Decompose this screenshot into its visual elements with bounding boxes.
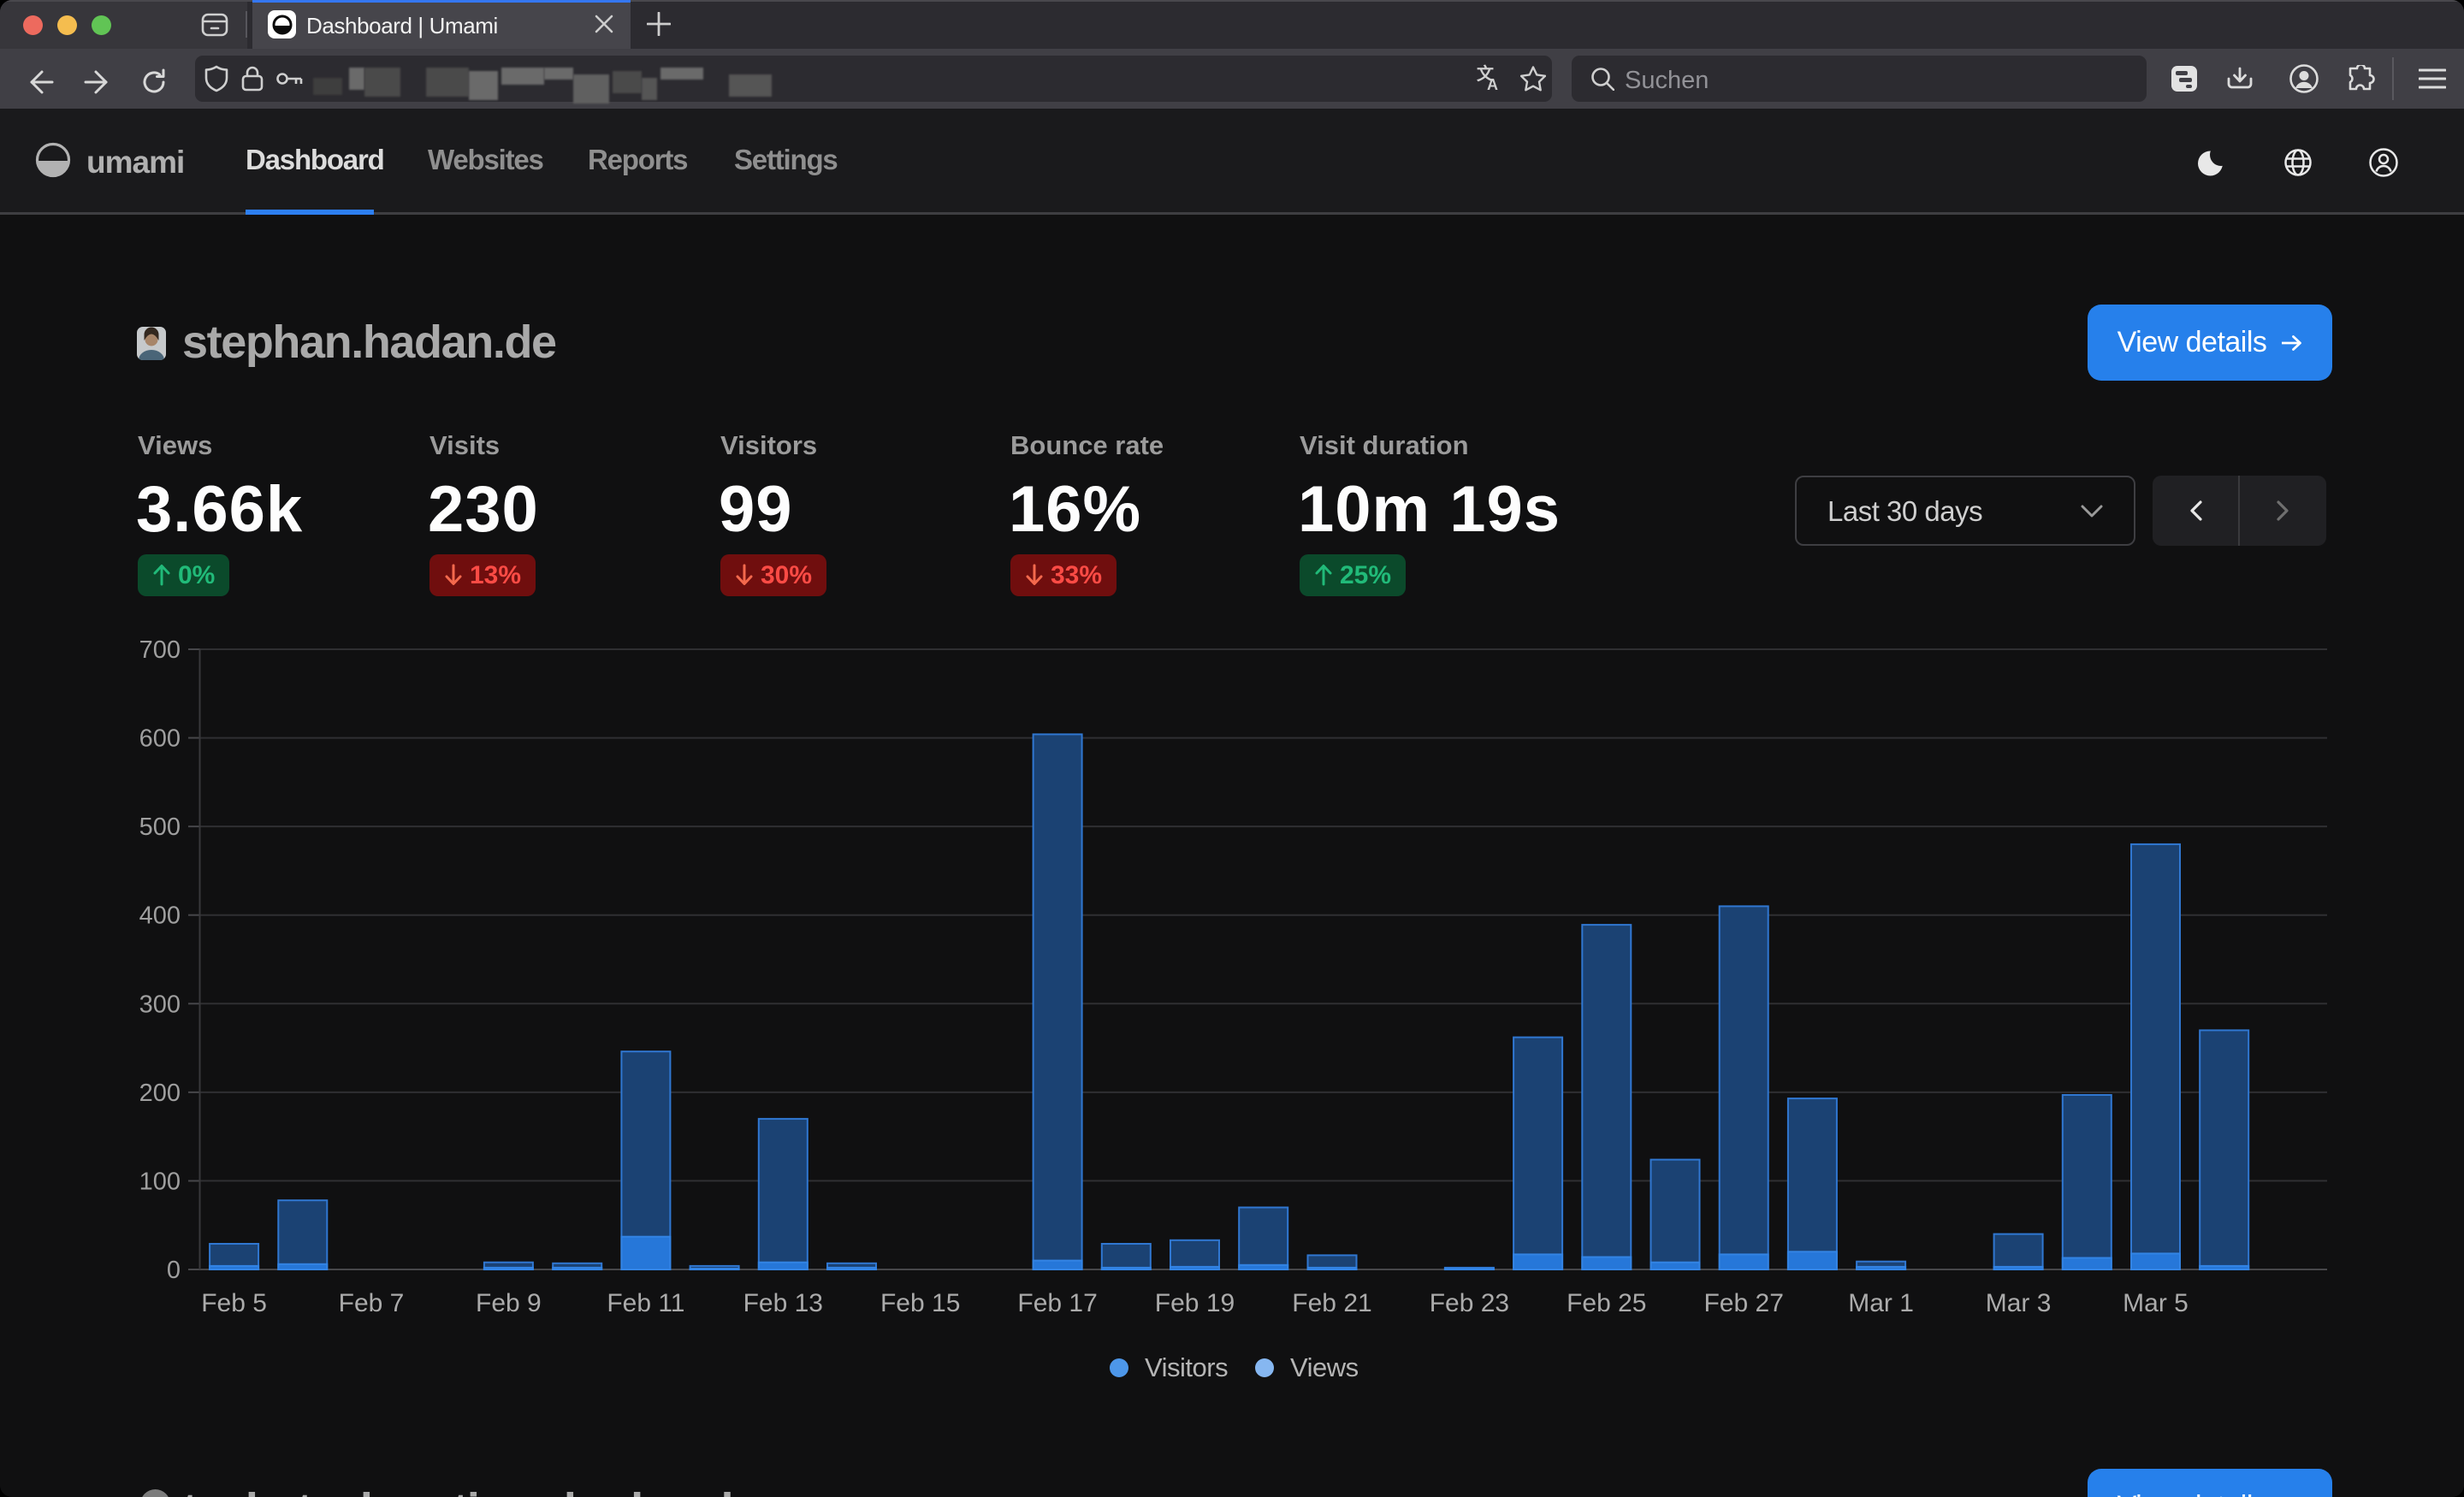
svg-text:Feb 17: Feb 17 [1017,1289,1097,1317]
svg-text:Feb 15: Feb 15 [880,1289,960,1317]
svg-text:A: A [1487,76,1498,93]
svg-text:Mar 5: Mar 5 [2123,1289,2189,1317]
svg-text:Feb 5: Feb 5 [201,1289,267,1317]
svg-text:Feb 13: Feb 13 [743,1289,823,1317]
svg-text:Mar 3: Mar 3 [1986,1289,2052,1317]
svg-text:Views: Views [1290,1352,1359,1382]
svg-text:Feb 27: Feb 27 [1703,1289,1783,1317]
svg-text:Feb 23: Feb 23 [1430,1289,1509,1317]
svg-text:100: 100 [139,1168,181,1195]
svg-text:200: 200 [139,1080,181,1107]
svg-text:Visitors: Visitors [1145,1352,1228,1382]
svg-text:Feb 7: Feb 7 [339,1289,405,1317]
svg-text:Feb 21: Feb 21 [1292,1289,1371,1317]
svg-text:Feb 11: Feb 11 [607,1289,684,1317]
svg-text:700: 700 [139,636,181,664]
svg-text:Feb 19: Feb 19 [1155,1289,1235,1317]
svg-text:300: 300 [139,991,181,1018]
svg-text:400: 400 [139,902,181,930]
svg-text:500: 500 [139,814,181,841]
svg-text:600: 600 [139,725,181,753]
svg-text:Feb 25: Feb 25 [1567,1289,1646,1317]
svg-text:Mar 1: Mar 1 [1848,1289,1914,1317]
svg-text:Feb 9: Feb 9 [476,1289,542,1317]
svg-text:0: 0 [167,1257,181,1284]
